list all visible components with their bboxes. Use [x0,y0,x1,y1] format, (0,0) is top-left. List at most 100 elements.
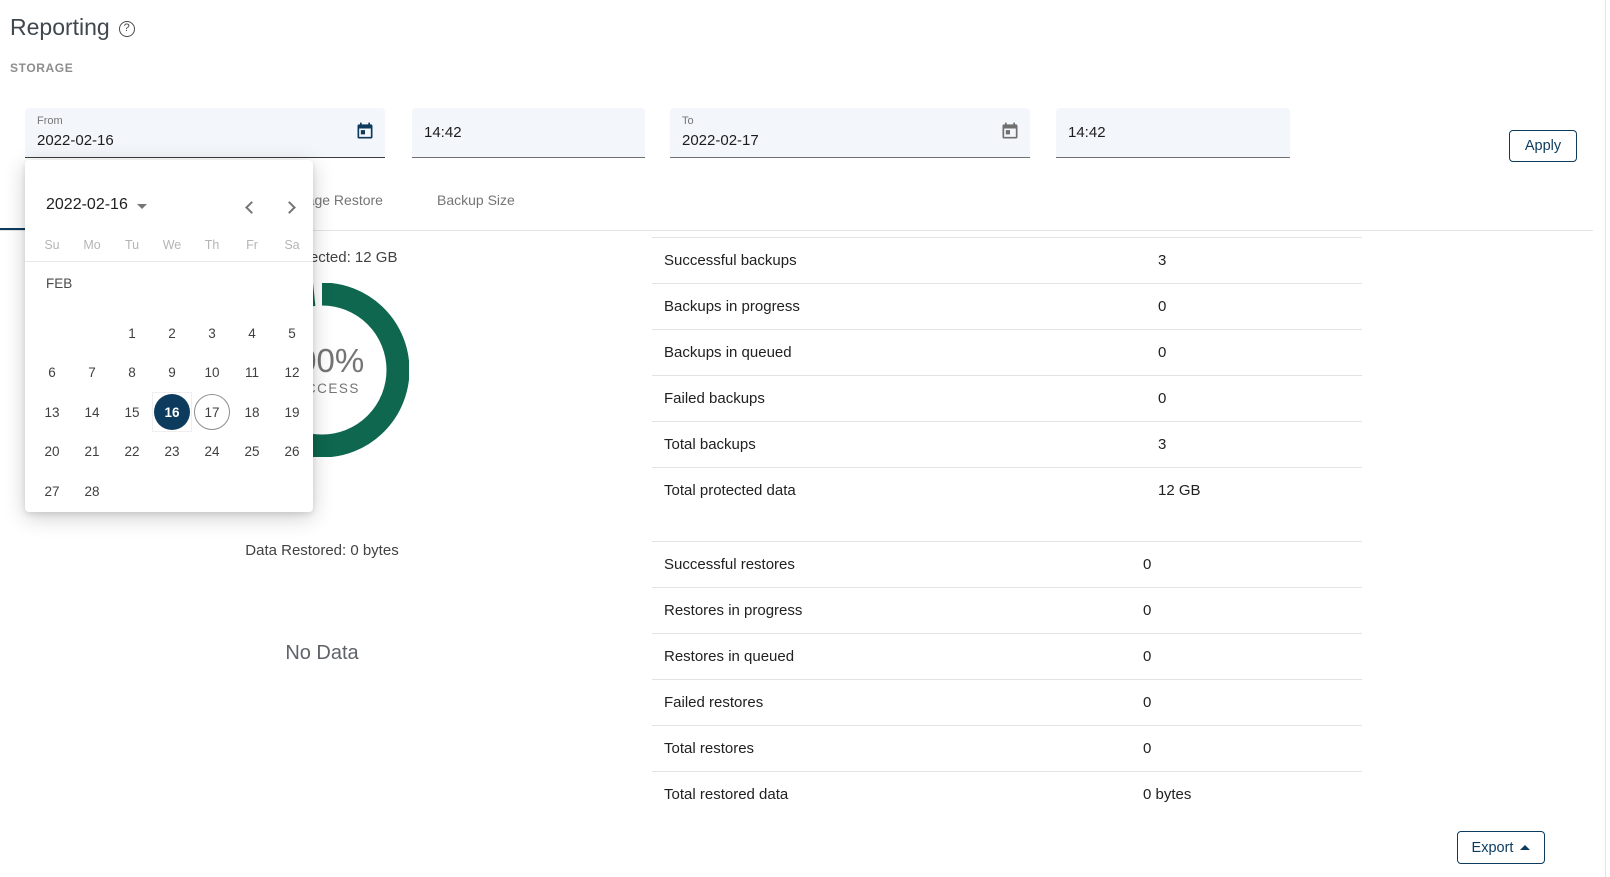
no-data-label: No Data [162,642,482,665]
export-button[interactable]: Export [1457,831,1545,864]
stat-row: Restores in progress 0 [652,587,1362,633]
calendar-day-2[interactable]: 2 [152,313,192,353]
stat-row: Total restored data0 bytes [652,771,1362,817]
calendar-day-16[interactable]: 16 [152,392,192,432]
page-title-row: Reporting ? [10,14,135,41]
calendar-day-10[interactable]: 10 [192,353,232,393]
calendar-day-20[interactable]: 20 [32,432,72,472]
calendar-day-22[interactable]: 22 [112,432,152,472]
calendar-day-11[interactable]: 11 [232,353,272,393]
calendar-day-4[interactable]: 4 [232,313,272,353]
stat-value: 0 [1143,694,1151,711]
apply-button[interactable]: Apply [1509,130,1577,162]
stat-row: Total restores 0 [652,725,1362,771]
calendar-day-26[interactable]: 26 [272,432,312,472]
calendar-day-17[interactable]: 17 [192,392,232,432]
stat-row: Restores in queued 0 [652,633,1362,679]
data-restored-label: Data Restored: 0 bytes [162,542,482,559]
stat-label: Total restores [664,740,754,757]
from-time-field[interactable]: 14:42 [412,108,645,158]
from-date-value: 2022-02-16 [37,132,114,149]
stat-row: Total backups 3 [652,421,1362,467]
calendar-day-28[interactable]: 28 [72,471,112,511]
to-date-value: 2022-02-17 [682,132,759,149]
calendar-day-21[interactable]: 21 [72,432,112,472]
calendar-week-row: 13141516171819 [25,392,313,432]
weekday-label: Su [32,238,72,252]
calendar-view-switcher[interactable]: 2022-02-16 [46,196,147,214]
calendar-day-9[interactable]: 9 [152,353,192,393]
calendar-day-24[interactable]: 24 [192,432,232,472]
stat-value: 3 [1158,436,1166,453]
stat-value: 0 [1143,648,1151,665]
from-time-value: 14:42 [424,108,462,158]
export-button-label: Export [1472,840,1514,856]
prev-month-button[interactable] [245,201,258,214]
from-date-field[interactable]: From 2022-02-16 [25,108,385,158]
weekday-label: Sa [272,238,312,252]
calendar-day-25[interactable]: 25 [232,432,272,472]
calendar-header-date: 2022-02-16 [46,196,128,214]
stat-label: Restores in progress [664,602,802,619]
stat-value: 0 [1158,390,1166,407]
calendar-day-8[interactable]: 8 [112,353,152,393]
stat-row: Backups in queued0 [652,329,1362,375]
stat-label: Backups in progress [664,298,800,315]
calendar-day-1[interactable]: 1 [112,313,152,353]
from-field-label: From [37,115,63,127]
weekday-label: Th [192,238,232,252]
calendar-day-6[interactable]: 6 [32,353,72,393]
weekday-label: Fr [232,238,272,252]
page-title: Reporting [10,14,110,41]
calendar-divider [25,261,313,262]
stat-label: Total protected data [664,482,796,499]
stat-label: Total restored data [664,786,788,803]
stat-row: Failed backups0 [652,375,1362,421]
stat-value: 0 [1143,602,1151,619]
stat-value: 0 [1143,556,1151,573]
calendar-day-5[interactable]: 5 [272,313,312,353]
calendar-day-12[interactable]: 12 [272,353,312,393]
tab-backup-size[interactable]: Backup Size [437,192,515,208]
stat-label: Successful restores [664,556,795,573]
to-time-field[interactable]: 14:42 [1056,108,1290,158]
to-time-value: 14:42 [1068,108,1106,158]
weekday-label: Mo [72,238,112,252]
help-icon[interactable]: ? [119,21,135,37]
calendar-day-23[interactable]: 23 [152,432,192,472]
stat-value: 0 [1143,740,1151,757]
weekday-label: We [152,238,192,252]
stat-label: Total backups [664,436,756,453]
stat-row: Total protected data 12 GB [652,467,1362,513]
stat-label: Backups in queued [664,344,792,361]
to-calendar-icon[interactable] [1000,121,1020,141]
stat-row: Backups in progress 0 [652,283,1362,329]
restore-stats-table: Successful restores0Restores in progress… [652,541,1362,817]
calendar-day-14[interactable]: 14 [72,392,112,432]
caret-down-icon [137,204,147,209]
calendar-day-13[interactable]: 13 [32,392,72,432]
calendar-day-18[interactable]: 18 [232,392,272,432]
calendar-week-row: 2728 [25,471,313,511]
section-label: STORAGE [10,61,73,75]
next-month-button[interactable] [283,201,296,214]
calendar-day-15[interactable]: 15 [112,392,152,432]
stat-label: Restores in queued [664,648,794,665]
stat-value: 0 [1158,298,1166,315]
stat-value: 12 GB [1158,482,1201,499]
calendar-day-3[interactable]: 3 [192,313,232,353]
from-calendar-icon[interactable] [355,121,375,141]
calendar-day-7[interactable]: 7 [72,353,112,393]
stat-row: Successful restores 0 [652,541,1362,587]
month-label: FEB [46,276,72,291]
calendar-day-27[interactable]: 27 [32,471,72,511]
weekday-header-row: SuMoTuWeThFrSa [32,238,312,252]
caret-up-icon [1520,845,1530,850]
to-date-field[interactable]: To 2022-02-17 [670,108,1030,158]
weekday-label: Tu [112,238,152,252]
stat-label: Failed restores [664,694,763,711]
stat-row: Successful backups3 [652,237,1362,283]
calendar-week-row: 20212223242526 [25,432,313,472]
backup-stats-table: Successful backups3Backups in progress0B… [652,237,1362,513]
calendar-day-19[interactable]: 19 [272,392,312,432]
